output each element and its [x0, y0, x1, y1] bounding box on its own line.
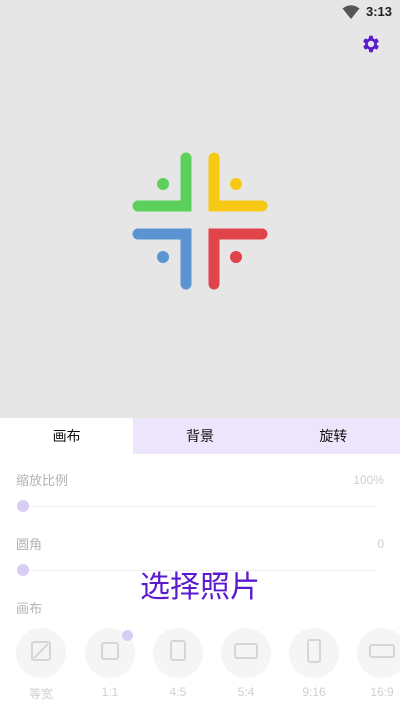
- ratio-options: 等宽 1:1 4:5 5:4 9:16 16:9: [0, 628, 400, 708]
- choose-photo-button[interactable]: 选择照片: [0, 562, 400, 606]
- ratio-option-1-1[interactable]: 1:1: [84, 628, 136, 699]
- ratio-option-4-5[interactable]: 4:5: [152, 628, 204, 699]
- tab-canvas[interactable]: 画布: [0, 418, 134, 454]
- tab-rotate[interactable]: 旋转: [266, 418, 400, 454]
- selected-indicator: [122, 630, 133, 641]
- ratio-label: 16:9: [370, 685, 394, 699]
- settings-gear-icon[interactable]: [360, 33, 382, 55]
- app-logo-icon: [130, 150, 270, 292]
- tab-bar: 画布 背景 旋转: [0, 418, 400, 454]
- wifi-icon: [342, 4, 360, 24]
- scale-slider-track[interactable]: [22, 506, 376, 507]
- tab-background[interactable]: 背景: [133, 418, 267, 454]
- tall-rect-icon: [305, 638, 323, 668]
- ratio-label: 等宽: [28, 687, 53, 701]
- ratio-option-9-16[interactable]: 9:16: [288, 628, 340, 699]
- ratio-option-5-4[interactable]: 5:4: [220, 628, 272, 699]
- no-ratio-icon: [30, 640, 52, 666]
- scale-slider-thumb[interactable]: [17, 500, 29, 512]
- ratio-option-16-9[interactable]: 16:9: [356, 628, 400, 699]
- landscape-rect-icon: [233, 641, 259, 665]
- square-icon: [99, 640, 121, 666]
- scale-label: 缩放比例: [16, 474, 69, 489]
- corner-label: 圆角: [16, 538, 43, 553]
- portrait-rect-icon: [167, 639, 189, 667]
- scale-value: 100%: [353, 473, 384, 487]
- status-bar: 3:13: [0, 0, 400, 26]
- ratio-label: 5:4: [237, 685, 255, 699]
- ratio-label: 4:5: [169, 685, 187, 699]
- wide-rect-icon: [368, 642, 396, 664]
- ratio-label: 1:1: [101, 685, 119, 699]
- ratio-option-free[interactable]: 等宽: [15, 628, 67, 702]
- status-time: 3:13: [365, 4, 392, 19]
- corner-value: 0: [377, 537, 384, 551]
- canvas-settings-panel: 缩放比例 100% 圆角 0 画布 选择照片 等宽 1:1 4:5 5:4 9:…: [0, 454, 400, 710]
- ratio-label: 9:16: [302, 685, 326, 699]
- image-preview-area: 3:13: [0, 0, 400, 418]
